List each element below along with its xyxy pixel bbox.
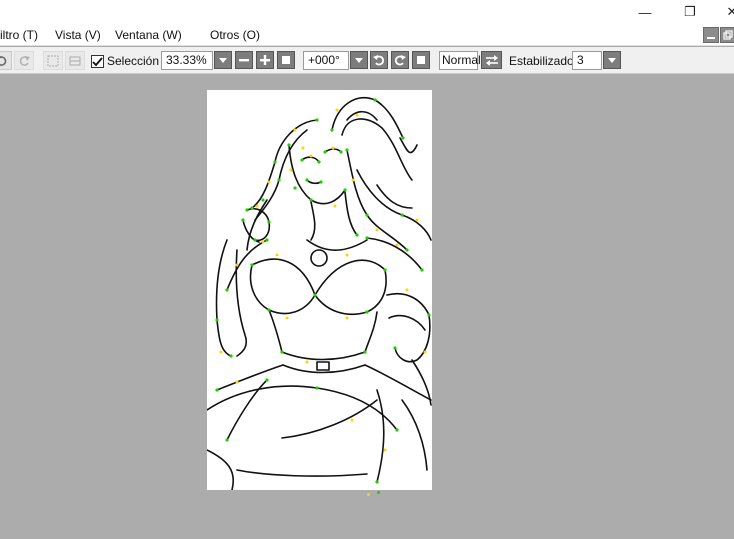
transform-button[interactable] <box>65 51 85 70</box>
menu-filtro[interactable]: iltro (T) <box>0 28 38 42</box>
undo-button[interactable] <box>0 51 12 70</box>
zoom-in-button[interactable] <box>256 51 274 69</box>
stray-vector-point <box>377 491 380 494</box>
line-art-drawing <box>207 96 432 490</box>
menu-otros[interactable]: Otros (O) <box>210 28 260 42</box>
selection-label: Selección <box>107 54 160 68</box>
zoom-dropdown-icon <box>219 58 227 63</box>
drawing-canvas[interactable] <box>207 90 432 490</box>
minimize-button[interactable]: — <box>625 0 665 24</box>
zoom-in-icon <box>260 55 270 65</box>
mdi-restore-button[interactable] <box>720 27 734 43</box>
minimize-icon: — <box>638 4 652 20</box>
stray-vector-point <box>367 493 370 496</box>
mdi-minimize-icon <box>707 37 715 39</box>
checkmark-icon <box>92 57 103 67</box>
close-button[interactable]: ✕ <box>712 0 734 24</box>
stabilizer-dropdown-icon <box>608 58 616 63</box>
blend-mode-field[interactable]: Normal <box>439 51 481 70</box>
rotate-left-icon <box>373 55 385 66</box>
selection-tool-button[interactable] <box>43 51 63 70</box>
selection-checkbox[interactable] <box>91 55 104 68</box>
rotate-reset-icon <box>417 56 425 64</box>
menu-bar: iltro (T) Vista (V) Ventana (W) Otros (O… <box>0 24 734 46</box>
flip-horizontal-button[interactable] <box>481 51 502 69</box>
undo-icon <box>0 55 7 66</box>
zoom-reset-icon <box>282 56 290 64</box>
flip-horizontal-icon <box>485 55 498 66</box>
transform-icon <box>69 56 81 65</box>
redo-button[interactable] <box>14 51 34 70</box>
mdi-minimize-button[interactable] <box>703 27 719 43</box>
restore-button[interactable]: ❐ <box>670 0 710 24</box>
selection-tool-icon <box>47 55 59 66</box>
rotate-left-button[interactable] <box>370 51 388 69</box>
redo-icon <box>19 55 30 66</box>
rotate-right-button[interactable] <box>391 51 409 69</box>
stabilizer-label: Estabilizador <box>509 54 578 68</box>
stabilizer-dropdown-button[interactable] <box>603 51 621 69</box>
rotate-right-icon <box>394 55 406 66</box>
zoom-dropdown-button[interactable] <box>214 51 232 69</box>
restore-icon: ❐ <box>684 4 696 19</box>
zoom-out-icon <box>239 59 249 62</box>
rotation-input[interactable]: +000° <box>303 51 349 70</box>
mdi-restore-icon <box>723 30 733 40</box>
rotate-dropdown-icon <box>355 58 363 63</box>
stabilizer-input[interactable]: 3 <box>572 51 602 70</box>
rotation-dropdown-button[interactable] <box>350 51 368 69</box>
close-icon: ✕ <box>726 4 734 19</box>
rotate-reset-button[interactable] <box>412 51 430 69</box>
title-bar: — ❐ ✕ <box>0 0 734 24</box>
zoom-out-button[interactable] <box>235 51 253 69</box>
zoom-input[interactable]: 33.33% <box>161 51 213 70</box>
menu-vista[interactable]: Vista (V) <box>55 28 101 42</box>
zoom-reset-button[interactable] <box>277 51 295 69</box>
menu-ventana[interactable]: Ventana (W) <box>115 28 182 42</box>
toolbar: Selección 33.33% +000° Normal Estabiliza… <box>0 47 734 74</box>
